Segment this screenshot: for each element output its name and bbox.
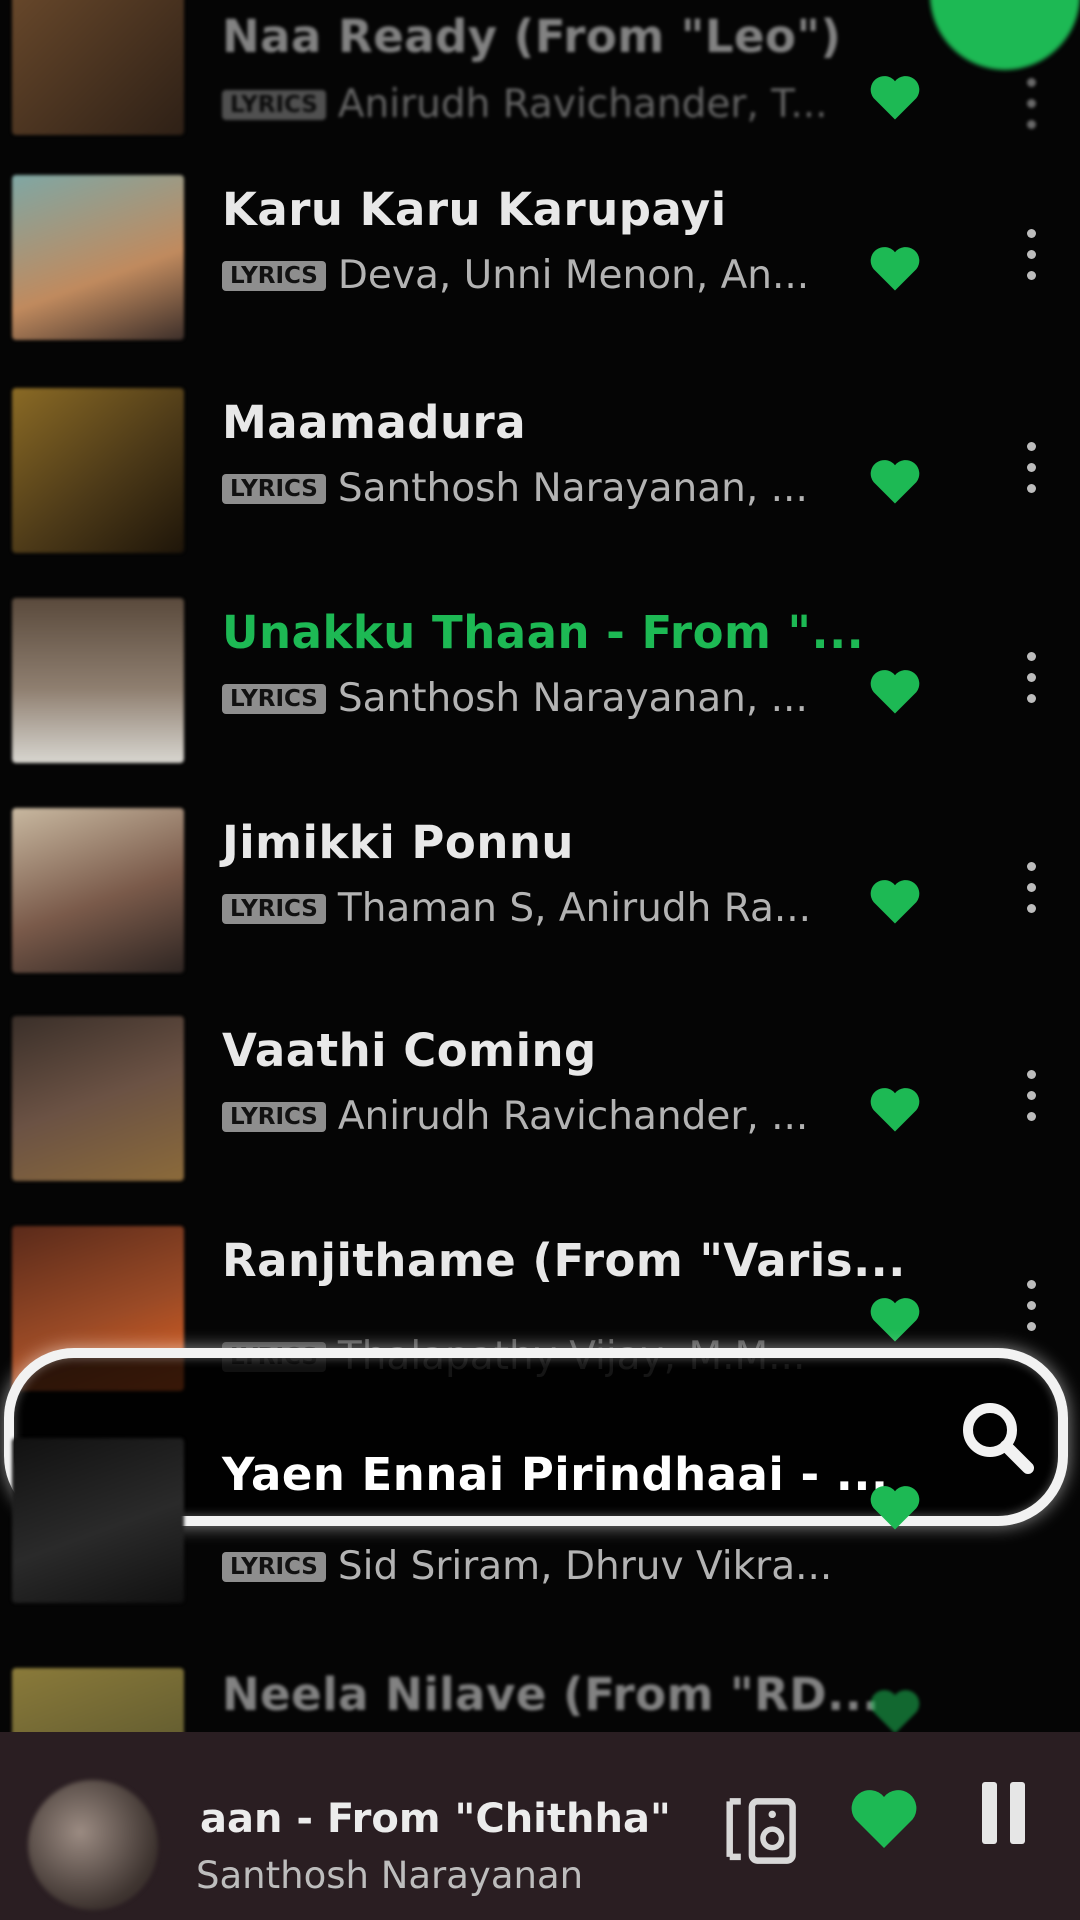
lyrics-badge: LYRICS — [222, 260, 326, 291]
heart-icon[interactable] — [848, 1784, 920, 1852]
lyrics-badge: LYRICS — [222, 89, 326, 120]
album-cover — [12, 598, 184, 763]
more-options-icon[interactable] — [1024, 229, 1038, 295]
album-cover — [12, 0, 184, 135]
more-options-icon[interactable] — [1024, 442, 1038, 508]
now-playing-cover — [28, 1780, 158, 1910]
track-title: Jimikki Ponnu — [222, 816, 574, 869]
heart-icon[interactable] — [868, 72, 922, 122]
track-artist: Santhosh Narayanan, ... — [337, 676, 808, 721]
heart-icon[interactable] — [868, 1084, 922, 1134]
track-title: Neela Nilave (From "RD... — [222, 1668, 880, 1721]
track-artist: Anirudh Ravichander, ... — [337, 1094, 809, 1139]
track-row[interactable]: Vaathi Coming LYRICS Anirudh Ravichander,… — [0, 1016, 1080, 1216]
more-options-icon[interactable] — [1024, 652, 1038, 718]
mini-player[interactable]: aan - From "Chithha" Santhosh Narayanan — [0, 1732, 1080, 1920]
track-artist: Sid Sriram, Dhruv Vikra... — [337, 1544, 833, 1589]
now-playing-title: aan - From "Chithha" — [200, 1796, 671, 1842]
track-subtitle: LYRICS Santhosh Narayanan, ... — [222, 466, 842, 516]
more-options-icon[interactable] — [1024, 862, 1038, 928]
heart-icon[interactable] — [868, 876, 922, 926]
track-title: Yaen Ennai Pirindhaai - ... — [222, 1448, 889, 1501]
track-subtitle: LYRICS Santhosh Narayanan, ... — [222, 676, 842, 726]
track-row[interactable]: Yaen Ennai Pirindhaai - ... LYRICS Sid Sr… — [0, 1438, 1080, 1648]
pause-icon — [1010, 1782, 1025, 1844]
track-subtitle: LYRICS Anirudh Ravichander, T... — [222, 82, 842, 132]
track-row[interactable]: Maamadura LYRICS Santhosh Narayanan, ... — [0, 388, 1080, 588]
track-title: Ranjithame (From "Varis... — [222, 1234, 906, 1287]
track-title: Vaathi Coming — [222, 1024, 597, 1077]
more-options-icon[interactable] — [1024, 1070, 1038, 1136]
track-artist: Deva, Unni Menon, An... — [337, 253, 810, 298]
track-artist: Anirudh Ravichander, T... — [337, 82, 828, 127]
track-subtitle: LYRICS Thaman S, Anirudh Ra... — [222, 886, 842, 936]
lyrics-badge: LYRICS — [222, 1551, 326, 1582]
lyrics-badge: LYRICS — [222, 893, 326, 924]
album-cover — [12, 1016, 184, 1181]
album-cover — [12, 175, 184, 340]
playlist-screen: Naa Ready (From "Leo") LYRICS Anirudh Rav… — [0, 0, 1080, 1920]
track-subtitle: LYRICS Anirudh Ravichander, ... — [222, 1094, 842, 1144]
heart-icon[interactable] — [868, 1482, 922, 1532]
more-options-icon[interactable] — [1024, 78, 1038, 144]
track-artist: Thaman S, Anirudh Ra... — [337, 886, 812, 931]
track-title: Karu Karu Karupayi — [222, 183, 727, 236]
heart-icon[interactable] — [868, 666, 922, 716]
lyrics-badge: LYRICS — [222, 1101, 326, 1132]
heart-icon[interactable] — [868, 243, 922, 293]
track-subtitle: LYRICS Deva, Unni Menon, An... — [222, 253, 842, 303]
track-row-playing[interactable]: Unakku Thaan - From "... LYRICS Santhosh … — [0, 598, 1080, 798]
track-title: Naa Ready (From "Leo") — [222, 10, 842, 63]
track-row[interactable]: Naa Ready (From "Leo") LYRICS Anirudh Rav… — [0, 0, 1080, 200]
track-artist: Santhosh Narayanan, ... — [337, 466, 808, 511]
track-title: Unakku Thaan - From "... — [222, 606, 865, 659]
pause-button[interactable] — [978, 1782, 1030, 1852]
heart-icon[interactable] — [868, 1294, 922, 1344]
lyrics-badge: LYRICS — [222, 473, 326, 504]
track-subtitle: LYRICS Sid Sriram, Dhruv Vikra... — [222, 1544, 842, 1594]
pause-icon — [982, 1782, 997, 1844]
heart-icon[interactable] — [868, 456, 922, 506]
device-speaker-icon[interactable] — [722, 1794, 804, 1868]
now-playing-artist: Santhosh Narayanan — [196, 1854, 584, 1897]
more-options-icon[interactable] — [1024, 1280, 1038, 1346]
heart-icon[interactable] — [868, 1686, 922, 1736]
track-row[interactable]: Karu Karu Karupayi LYRICS Deva, Unni Meno… — [0, 175, 1080, 375]
track-title: Maamadura — [222, 396, 527, 449]
album-cover — [12, 388, 184, 553]
lyrics-badge: LYRICS — [222, 683, 326, 714]
album-cover — [12, 1438, 184, 1603]
album-cover — [12, 808, 184, 973]
track-row[interactable]: Jimikki Ponnu LYRICS Thaman S, Anirudh Ra… — [0, 808, 1080, 1008]
